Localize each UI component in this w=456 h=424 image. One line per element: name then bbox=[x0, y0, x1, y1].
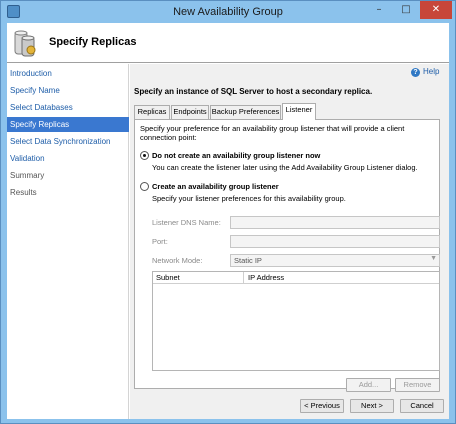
wizard-page-icon bbox=[14, 30, 36, 57]
previous-button[interactable]: < Previous bbox=[300, 399, 344, 413]
wizard-client-area: Specify Replicas Introduction Specify Na… bbox=[7, 23, 449, 419]
no-listener-label[interactable]: Do not create an availability group list… bbox=[152, 151, 320, 160]
instruction-text: Specify an instance of SQL Server to hos… bbox=[134, 87, 373, 96]
add-ip-button[interactable]: Add... bbox=[346, 378, 391, 392]
network-mode-value: Static IP bbox=[234, 256, 262, 265]
help-label: Help bbox=[423, 67, 440, 76]
next-button[interactable]: Next > bbox=[350, 399, 394, 413]
network-mode-label: Network Mode: bbox=[152, 256, 203, 265]
tab-endpoints[interactable]: Endpoints bbox=[171, 105, 209, 119]
tab-listener[interactable]: Listener bbox=[282, 103, 316, 120]
create-listener-description: Specify your listener preferences for th… bbox=[152, 194, 346, 203]
page-title: Specify Replicas bbox=[49, 36, 137, 48]
listener-intro-line1: Specify your preference for an availabil… bbox=[140, 124, 405, 133]
nav-item-specify-replicas[interactable]: Specify Replicas bbox=[7, 117, 129, 132]
no-listener-description: You can create the listener later using … bbox=[152, 163, 418, 172]
wizard-content: ? Help Specify an instance of SQL Server … bbox=[130, 64, 449, 419]
page-header: Specify Replicas bbox=[7, 23, 449, 63]
grid-header: Subnet IP Address bbox=[153, 272, 439, 284]
tab-backup-preferences[interactable]: Backup Preferences bbox=[210, 105, 281, 119]
cancel-button[interactable]: Cancel bbox=[400, 399, 444, 413]
title-bar[interactable]: New Availability Group – □ ✕ bbox=[1, 1, 455, 23]
grid-col-ip-address: IP Address bbox=[248, 273, 285, 282]
no-listener-radio[interactable] bbox=[140, 151, 149, 160]
maximize-button[interactable]: □ bbox=[393, 1, 419, 19]
tab-replicas[interactable]: Replicas bbox=[134, 105, 170, 119]
port-label: Port: bbox=[152, 237, 168, 246]
nav-item-select-databases[interactable]: Select Databases bbox=[7, 100, 129, 115]
wizard-window: New Availability Group – □ ✕ Specify Rep… bbox=[0, 0, 456, 424]
minimize-button[interactable]: – bbox=[366, 1, 392, 19]
dns-name-input[interactable] bbox=[230, 216, 440, 229]
help-link[interactable]: ? Help bbox=[411, 67, 439, 77]
close-button[interactable]: ✕ bbox=[420, 1, 452, 19]
nav-item-results: Results bbox=[10, 188, 37, 197]
nav-item-validation[interactable]: Validation bbox=[7, 151, 129, 166]
listener-intro-line2: connection point: bbox=[140, 133, 197, 142]
port-input[interactable] bbox=[230, 235, 440, 248]
wizard-nav: Introduction Specify Name Select Databas… bbox=[7, 64, 129, 419]
nav-item-specify-name[interactable]: Specify Name bbox=[7, 83, 129, 98]
grid-col-subnet: Subnet bbox=[153, 272, 244, 283]
nav-item-summary: Summary bbox=[10, 171, 45, 180]
listener-panel: Specify your preference for an availabil… bbox=[134, 119, 440, 392]
create-listener-radio[interactable] bbox=[140, 182, 149, 191]
nav-item-introduction[interactable]: Introduction bbox=[7, 66, 129, 81]
ip-address-grid[interactable]: Subnet IP Address bbox=[152, 271, 440, 371]
chevron-down-icon: ▼ bbox=[430, 255, 437, 262]
dns-name-label: Listener DNS Name: bbox=[152, 218, 221, 227]
help-icon: ? bbox=[411, 68, 420, 77]
remove-ip-button[interactable]: Remove bbox=[395, 378, 440, 392]
network-mode-select[interactable]: Static IP ▼ bbox=[230, 254, 440, 267]
nav-item-select-data-synchronization[interactable]: Select Data Synchronization bbox=[7, 134, 129, 149]
create-listener-label[interactable]: Create an availability group listener bbox=[152, 182, 279, 191]
